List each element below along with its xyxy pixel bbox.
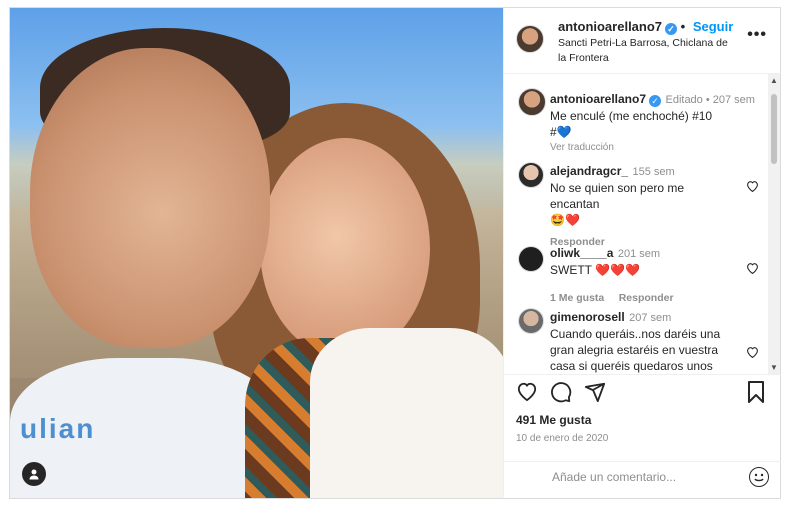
avatar[interactable] — [518, 308, 544, 334]
location-link[interactable]: Sancti Petri-La Barrosa, Chiclana de la … — [558, 36, 738, 66]
comment-input[interactable]: Añade un comentario... — [552, 470, 732, 484]
post-photo[interactable]: ulian — [10, 8, 503, 498]
comment-composer: Añade un comentario... — [504, 461, 781, 500]
avatar[interactable] — [516, 25, 544, 53]
post-header: antonioarellano7 ✓ • Seguir Sancti Petri-… — [504, 8, 781, 74]
follow-button[interactable]: Seguir — [693, 19, 733, 34]
woman-shirt — [310, 328, 503, 498]
action-bar: 491 Me gusta 10 de enero de 2020 Añade u… — [504, 374, 781, 499]
reply-button[interactable]: Responder — [619, 292, 674, 304]
likes-count[interactable]: 491 Me gusta — [516, 413, 591, 427]
comment-time[interactable]: 207 sem — [629, 312, 671, 324]
post-date[interactable]: 10 de enero de 2020 — [516, 433, 608, 444]
heart-icon[interactable] — [746, 180, 759, 195]
avatar[interactable] — [518, 246, 544, 272]
heart-icon[interactable] — [746, 346, 759, 361]
scroll-thumb[interactable] — [771, 94, 777, 164]
woman-face — [260, 138, 430, 358]
scroll-down-icon[interactable]: ▼ — [770, 363, 778, 372]
comment-text: Cuando queráis..nos daréis una gran aleg… — [550, 327, 721, 373]
avatar[interactable] — [518, 88, 546, 116]
comment-text: No se quien son pero me encantan — [550, 181, 685, 211]
header-user: antonioarellano7 ✓ • Seguir — [558, 19, 733, 35]
comment-username[interactable]: oliwk____a — [550, 246, 613, 260]
post-dialog: ulian antonioarellano7 ✓ • Seguir Sancti … — [9, 7, 781, 499]
avatar[interactable] — [518, 162, 544, 188]
comments-list[interactable]: antonioarellano7 ✓ Editado • 207 sem Me e… — [504, 74, 767, 374]
comment-username[interactable]: gimenorosell — [550, 310, 625, 324]
comment-actions: 1 Me gusta Responder — [550, 288, 735, 306]
comment-time[interactable]: 201 sem — [618, 248, 660, 260]
comment-text: SWETT ❤️❤️❤️ — [550, 263, 640, 277]
caption-text: Me enculé (me enchoché) #10 — [550, 109, 713, 123]
comment-emoji: 🤩❤️ — [550, 213, 580, 227]
translate-link[interactable]: Ver traducción — [550, 142, 760, 153]
heart-icon[interactable] — [746, 262, 759, 277]
username-link[interactable]: antonioarellano7 — [558, 19, 662, 34]
verified-icon: ✓ — [649, 95, 662, 107]
man-face — [30, 48, 270, 348]
caption-time[interactable]: 207 sem — [713, 94, 755, 106]
share-icon[interactable] — [584, 381, 606, 408]
post-sidebar: antonioarellano7 ✓ • Seguir Sancti Petri-… — [503, 8, 781, 498]
verified-icon: ✓ — [665, 23, 678, 35]
emoji-icon[interactable] — [749, 467, 769, 487]
caption-username[interactable]: antonioarellano7 — [550, 92, 646, 106]
caption-tag[interactable]: #💙 — [550, 124, 760, 140]
scroll-up-icon[interactable]: ▲ — [770, 76, 778, 85]
comments-scrollbar[interactable]: ▲ ▼ — [768, 74, 780, 374]
bookmark-icon[interactable] — [747, 381, 765, 408]
more-icon[interactable]: ••• — [747, 26, 767, 44]
comment-username[interactable]: alejandragcr_ — [550, 164, 628, 178]
heart-icon[interactable] — [516, 381, 538, 406]
bullet: • — [680, 19, 689, 34]
edited-label: Editado — [665, 94, 703, 106]
user-tag-icon[interactable] — [22, 462, 46, 486]
comment-icon[interactable] — [550, 381, 572, 408]
comment-time[interactable]: 155 sem — [633, 166, 675, 178]
likes-count[interactable]: 1 Me gusta — [550, 292, 604, 304]
tshirt-print: ulian — [20, 413, 96, 444]
separator: • — [702, 94, 713, 106]
